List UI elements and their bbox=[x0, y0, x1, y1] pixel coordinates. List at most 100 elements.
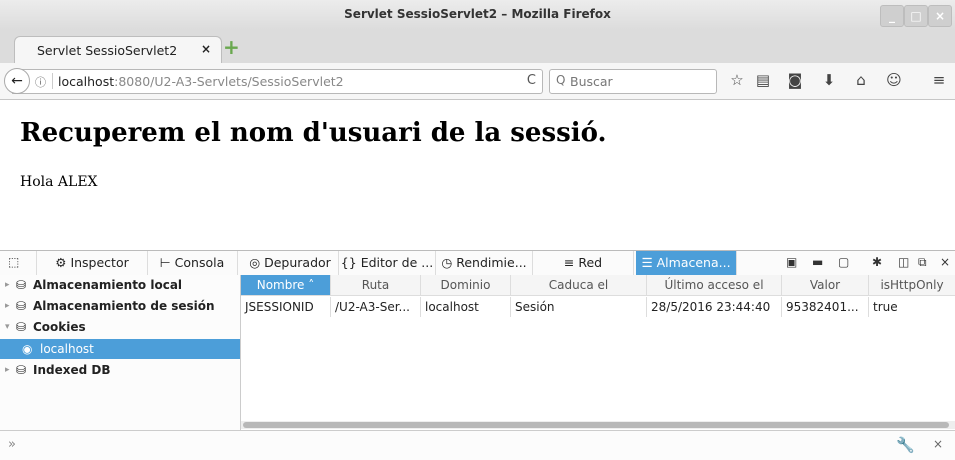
maximize-button[interactable]: □ bbox=[904, 5, 928, 27]
site-info-icon[interactable]: ⓘ bbox=[35, 74, 46, 90]
url-host: localhost bbox=[58, 74, 115, 89]
collapse-icon[interactable]: ▾ bbox=[5, 317, 10, 337]
new-tab-icon[interactable]: + bbox=[223, 37, 241, 57]
database-icon: ⛁ bbox=[16, 320, 27, 334]
database-icon: ⛁ bbox=[16, 299, 27, 313]
tab-console[interactable]: ⊢ Consola bbox=[147, 251, 238, 275]
tree-item-session-storage[interactable]: ▸ ⛁ Almacenamiento de sesión bbox=[0, 296, 240, 316]
cell-valor: 95382401... bbox=[782, 297, 869, 317]
split-console-icon[interactable]: ▬ bbox=[812, 255, 823, 269]
debugger-icon: ◎ bbox=[249, 255, 265, 270]
tab-title: Servlet SessioServlet2 bbox=[37, 43, 178, 58]
cell-dominio: localhost bbox=[421, 297, 511, 317]
expand-icon[interactable]: ▸ bbox=[5, 296, 10, 316]
column-header-caduca[interactable]: Caduca el bbox=[511, 275, 647, 295]
database-icon: ⛁ bbox=[16, 363, 27, 377]
wrench-icon[interactable]: 🔧 bbox=[896, 436, 915, 454]
column-header-dominio[interactable]: Dominio bbox=[421, 275, 511, 295]
search-input[interactable]: Q Buscar bbox=[549, 69, 717, 94]
expand-icon[interactable]: ▸ bbox=[5, 275, 10, 295]
sort-ascending-icon: ˄ bbox=[308, 278, 315, 292]
url-bar[interactable]: ⓘ localhost:8080/U2-A3-Servlets/SessioSe… bbox=[12, 69, 543, 94]
tree-item-indexed-db[interactable]: ▸ ⛁ Indexed DB bbox=[0, 360, 240, 380]
pick-element-icon[interactable]: ⬚ bbox=[8, 255, 19, 269]
tree-item-localhost[interactable]: ◉ localhost bbox=[0, 339, 240, 359]
tab-inspector-label: Inspector bbox=[70, 255, 129, 270]
close-devtools-icon[interactable]: × bbox=[940, 255, 950, 269]
column-label: Nombre bbox=[256, 278, 305, 292]
minimize-button[interactable]: _ bbox=[880, 5, 904, 27]
tab-style-editor-label: Editor de ... bbox=[360, 255, 434, 270]
close-tab-icon[interactable]: × bbox=[201, 42, 211, 56]
cell-ishttponly: true bbox=[873, 300, 898, 314]
dock-icon[interactable]: ◫ bbox=[898, 255, 909, 269]
tree-item-label: Almacenamiento local bbox=[33, 278, 183, 292]
devtools-toolbar: ⬚ ⚙ Inspector ⊢ Consola ◎ Depurador {} E… bbox=[0, 250, 955, 276]
tree-item-label: Almacenamiento de sesión bbox=[33, 299, 215, 313]
console-input-bar[interactable]: » 🔧 × bbox=[0, 430, 955, 460]
close-window-button[interactable]: × bbox=[928, 5, 952, 27]
column-header-valor[interactable]: Valor bbox=[782, 275, 869, 295]
performance-icon: ◷ bbox=[441, 255, 457, 270]
storage-sidebar: ▸ ⛁ Almacenamiento local ▸ ⛁ Almacenamie… bbox=[0, 275, 241, 430]
tree-item-label: Cookies bbox=[33, 320, 86, 334]
home-icon[interactable]: ⌂ bbox=[851, 71, 871, 89]
console-icon: ⊢ bbox=[159, 255, 175, 270]
menu-icon[interactable]: ≡ bbox=[929, 71, 949, 89]
table-header: Nombre ˄ Ruta Dominio Caduca el Último a… bbox=[241, 275, 955, 296]
expand-icon[interactable]: ▸ bbox=[5, 360, 10, 380]
tab-strip: Servlet SessioServlet2 × + bbox=[0, 30, 955, 64]
network-icon: ≡ bbox=[563, 255, 579, 270]
tab-debugger[interactable]: ◎ Depurador bbox=[242, 251, 339, 275]
url-separator bbox=[52, 73, 53, 89]
browser-tab[interactable]: Servlet SessioServlet2 × bbox=[14, 36, 222, 64]
cell-ultimo-acceso: 28/5/2016 23:44:40 bbox=[647, 297, 782, 317]
reload-icon[interactable]: C bbox=[527, 73, 536, 88]
undock-icon[interactable]: ⧉ bbox=[918, 255, 927, 270]
tree-item-cookies[interactable]: ▾ ⛁ Cookies bbox=[0, 317, 240, 337]
window-titlebar: Servlet SessioServlet2 – Mozilla Firefox… bbox=[0, 0, 955, 30]
search-icon: Q bbox=[556, 73, 566, 87]
window-title: Servlet SessioServlet2 – Mozilla Firefox bbox=[344, 7, 611, 21]
settings-icon[interactable]: ✱ bbox=[872, 255, 882, 269]
column-header-ishttponly[interactable]: isHttpOnly bbox=[869, 275, 955, 295]
tab-inspector[interactable]: ⚙ Inspector bbox=[36, 251, 148, 275]
tab-network[interactable]: ≡ Red bbox=[533, 251, 634, 275]
tree-item-label: localhost bbox=[40, 342, 94, 356]
url-text[interactable]: localhost:8080/U2-A3-Servlets/SessioServ… bbox=[58, 74, 344, 89]
tree-item-local-storage[interactable]: ▸ ⛁ Almacenamiento local bbox=[0, 275, 240, 295]
column-header-ruta[interactable]: Ruta bbox=[331, 275, 421, 295]
back-button[interactable]: ← bbox=[4, 68, 30, 94]
column-header-nombre[interactable]: Nombre ˄ bbox=[241, 275, 331, 295]
pocket-icon[interactable]: ◙ bbox=[785, 71, 805, 89]
cell-ruta: /U2-A3-Ser... bbox=[331, 297, 421, 317]
tab-style-editor[interactable]: {} Editor de ... bbox=[339, 251, 436, 275]
tab-performance-label: Rendimie... bbox=[456, 255, 527, 270]
tab-storage-label: Almacena... bbox=[656, 255, 731, 270]
reading-list-icon[interactable]: ▤ bbox=[753, 71, 773, 89]
chat-icon[interactable]: ☺ bbox=[884, 71, 904, 89]
cell-caduca: Sesión bbox=[511, 297, 647, 317]
storage-icon: ☰ bbox=[641, 255, 657, 270]
tab-console-label: Consola bbox=[174, 255, 225, 270]
tab-performance[interactable]: ◷ Rendimie... bbox=[436, 251, 533, 275]
close-console-icon[interactable]: × bbox=[933, 437, 943, 451]
star-icon[interactable]: ☆ bbox=[727, 71, 747, 89]
url-path: :8080/U2-A3-Servlets/SessioServlet2 bbox=[114, 74, 344, 89]
inspector-icon: ⚙ bbox=[55, 255, 71, 270]
navigation-bar: ⓘ localhost:8080/U2-A3-Servlets/SessioSe… bbox=[0, 63, 955, 100]
tree-item-label: Indexed DB bbox=[33, 363, 111, 377]
horizontal-scrollbar[interactable] bbox=[241, 421, 955, 429]
frame-select-icon[interactable]: ▣ bbox=[786, 255, 797, 269]
page-content: Recuperem el nom d'usuari de la sessió. … bbox=[0, 100, 955, 250]
globe-icon: ◉ bbox=[22, 342, 33, 356]
page-heading: Recuperem el nom d'usuari de la sessió. bbox=[20, 118, 607, 148]
greeting-text: Hola ALEX bbox=[20, 174, 98, 190]
download-icon[interactable]: ⬇ bbox=[819, 71, 839, 89]
column-header-ultimo-acceso[interactable]: Último acceso el bbox=[647, 275, 782, 295]
scrollbar-thumb[interactable] bbox=[243, 422, 949, 428]
cell-nombre: JSESSIONID bbox=[241, 297, 331, 317]
console-prompt-icon: » bbox=[8, 437, 16, 452]
tab-storage[interactable]: ☰ Almacena... bbox=[636, 251, 737, 275]
responsive-mode-icon[interactable]: ▢ bbox=[838, 255, 849, 269]
